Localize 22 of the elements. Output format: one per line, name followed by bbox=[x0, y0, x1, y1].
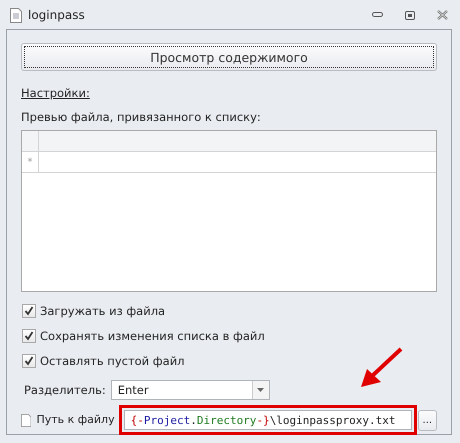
checkbox[interactable] bbox=[22, 304, 36, 318]
close-icon[interactable] bbox=[437, 10, 448, 20]
checkbox-label: Сохранять изменения списка в файл bbox=[40, 328, 265, 342]
checkbox[interactable] bbox=[22, 328, 36, 342]
settings-link[interactable]: Настройки: bbox=[21, 86, 90, 100]
document-icon bbox=[10, 8, 22, 22]
preview-label: Превью файла, привязанного к списку: bbox=[21, 110, 261, 124]
file-path-field[interactable]: {-Project.Directory-}\loginpassproxy.txt bbox=[124, 410, 412, 430]
checkbox[interactable] bbox=[22, 354, 36, 368]
separator-dropdown[interactable]: Enter bbox=[110, 380, 270, 400]
dropdown-value: Enter bbox=[118, 383, 149, 397]
browse-button[interactable]: ... bbox=[418, 410, 437, 430]
window-title: loginpass bbox=[28, 8, 86, 22]
checkbox-label: Оставлять пустой файл bbox=[40, 354, 185, 368]
view-contents-button[interactable]: Просмотр содержимого bbox=[21, 43, 437, 71]
minimize-icon[interactable] bbox=[372, 12, 383, 18]
dropdown-arrow-icon[interactable] bbox=[257, 388, 264, 392]
separator-label: Разделитель: bbox=[24, 383, 106, 397]
maximize-icon[interactable] bbox=[405, 10, 415, 20]
file-icon bbox=[21, 412, 32, 428]
checkbox-label: Загружать из файла bbox=[40, 304, 166, 318]
file-path-label: Путь к файлу bbox=[36, 413, 115, 427]
